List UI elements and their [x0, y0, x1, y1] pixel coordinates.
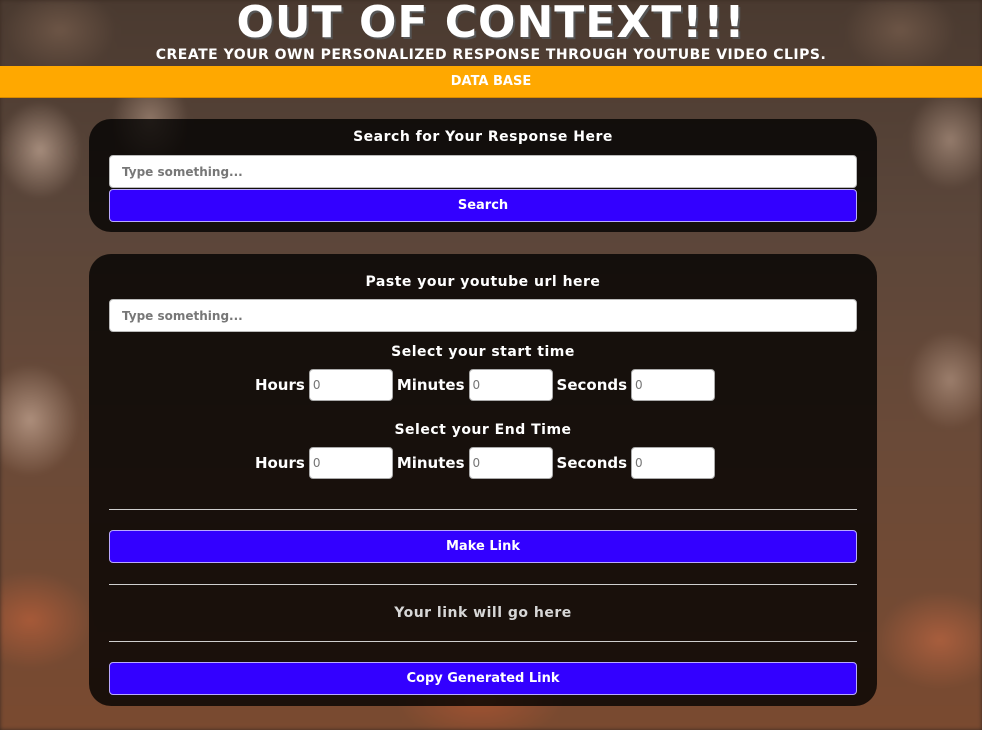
search-input[interactable] — [109, 155, 857, 188]
search-panel: Search for Your Response Here Search — [89, 119, 877, 232]
youtube-url-input[interactable] — [109, 299, 857, 332]
generated-link-output: Your link will go here — [394, 605, 572, 621]
copy-link-button[interactable]: Copy Generated Link — [109, 662, 857, 695]
search-button[interactable]: Search — [109, 189, 857, 222]
end-minutes-label: Minutes — [396, 454, 465, 472]
end-seconds-label: Seconds — [556, 454, 628, 472]
end-seconds-input[interactable] — [631, 447, 716, 479]
end-hours-input[interactable] — [308, 447, 393, 479]
page-subtitle: CREATE YOUR OWN PERSONALIZED RESPONSE TH… — [155, 47, 827, 63]
end-time-row: Hours Minutes Seconds — [89, 447, 877, 479]
end-hours-label: Hours — [254, 454, 305, 472]
start-seconds-label: Seconds — [556, 376, 628, 394]
divider — [109, 509, 857, 510]
start-seconds-input[interactable] — [631, 369, 716, 401]
start-time-heading: Select your start time — [391, 344, 575, 360]
divider — [109, 641, 857, 642]
nav-link-database[interactable]: DATA BASE — [451, 74, 532, 89]
end-time-heading: Select your End Time — [394, 422, 572, 438]
make-link-button[interactable]: Make Link — [109, 530, 857, 563]
start-hours-input[interactable] — [308, 369, 393, 401]
start-minutes-input[interactable] — [468, 369, 553, 401]
start-hours-label: Hours — [254, 376, 305, 394]
site-header: OUT OF CONTEXT!!! CREATE YOUR OWN PERSON… — [0, 0, 982, 66]
url-heading: Paste your youtube url here — [365, 274, 601, 290]
nav-bar: DATA BASE — [0, 66, 982, 98]
clip-panel: Paste your youtube url here Select your … — [89, 254, 877, 706]
divider — [109, 584, 857, 585]
page-title: OUT OF CONTEXT!!! — [236, 0, 746, 48]
start-minutes-label: Minutes — [396, 376, 465, 394]
search-heading: Search for Your Response Here — [353, 129, 613, 145]
end-minutes-input[interactable] — [468, 447, 553, 479]
start-time-row: Hours Minutes Seconds — [89, 369, 877, 401]
